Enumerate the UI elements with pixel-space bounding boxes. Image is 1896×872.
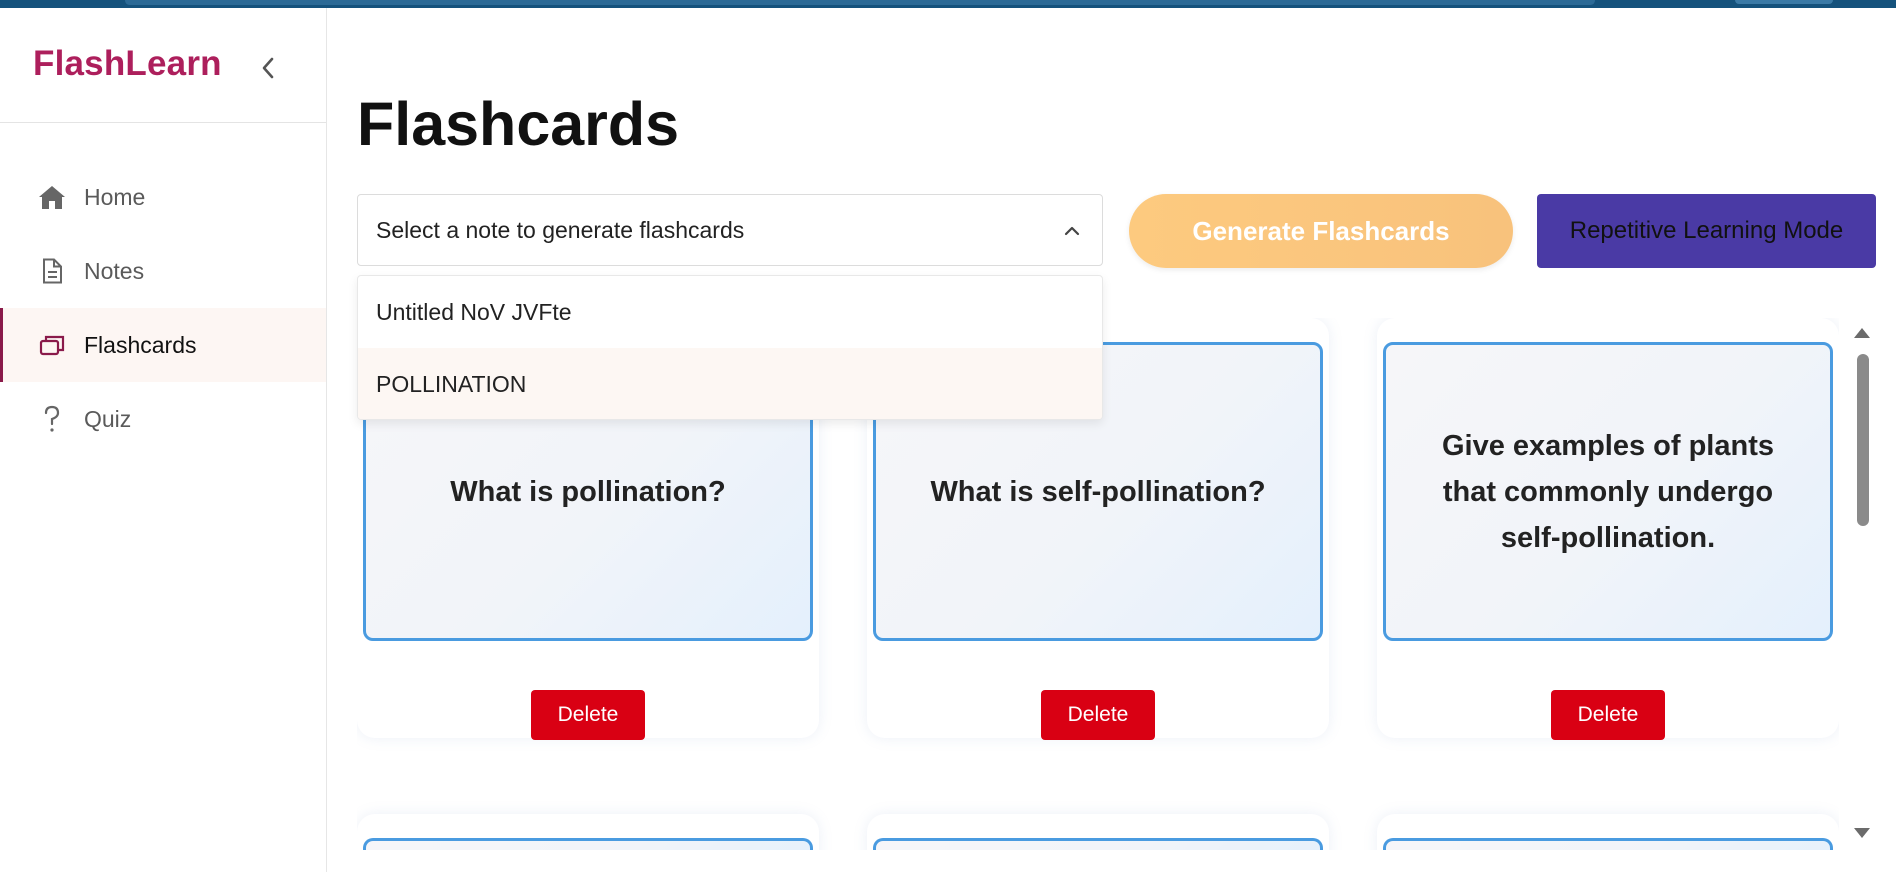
- flashcard-question: Give examples of plants that commonly un…: [1441, 429, 1774, 554]
- flashcard[interactable]: Give examples of plants that commonly un…: [1383, 342, 1833, 641]
- note-option[interactable]: POLLINATION: [358, 348, 1102, 419]
- cards-icon: [38, 331, 66, 359]
- chevron-left-icon: [262, 57, 274, 79]
- note-select[interactable]: Select a note to generate flashcards: [357, 194, 1103, 266]
- document-icon: [38, 257, 66, 285]
- note-option[interactable]: Untitled NoV JVFte: [358, 276, 1102, 348]
- flashcard[interactable]: [1383, 838, 1833, 850]
- flashcard-question: What is self-pollination?: [930, 475, 1266, 508]
- cards-scrollbar[interactable]: [1852, 326, 1872, 846]
- generate-flashcards-button[interactable]: Generate Flashcards: [1129, 194, 1513, 268]
- scroll-up-arrow-icon[interactable]: [1854, 328, 1870, 338]
- note-select-placeholder: Select a note to generate flashcards: [376, 216, 745, 243]
- brand-logo[interactable]: FlashLearn: [33, 44, 222, 84]
- browser-control: [1735, 0, 1833, 4]
- sidebar-item-label: Flashcards: [84, 331, 197, 358]
- home-icon: [38, 183, 66, 211]
- address-bar: [125, 0, 1595, 5]
- sidebar: FlashLearn Home Notes Flashcards Quiz: [0, 8, 327, 872]
- flashcard-container: Give examples of plants that commonly un…: [1377, 318, 1839, 740]
- sidebar-item-flashcards[interactable]: Flashcards: [0, 308, 326, 382]
- sidebar-nav: Home Notes Flashcards Quiz: [0, 160, 326, 456]
- delete-button[interactable]: Delete: [1041, 690, 1155, 740]
- delete-button[interactable]: Delete: [531, 690, 645, 740]
- flashcard[interactable]: [363, 838, 813, 850]
- flashcard-container: [357, 814, 819, 850]
- flashcard-container: [867, 814, 1329, 850]
- scrollbar-thumb[interactable]: [1857, 354, 1869, 526]
- flashcard-container: [1377, 814, 1839, 850]
- sidebar-item-home[interactable]: Home: [0, 160, 326, 234]
- flashcard-question: What is pollination?: [450, 475, 726, 508]
- sidebar-item-label: Home: [84, 183, 146, 210]
- page-title: Flashcards: [357, 90, 680, 158]
- sidebar-item-quiz[interactable]: Quiz: [0, 382, 326, 456]
- collapse-sidebar-button[interactable]: [252, 52, 284, 84]
- flashcard[interactable]: [873, 838, 1323, 850]
- chevron-up-icon: [1064, 226, 1080, 236]
- note-select-dropdown: Untitled NoV JVFte POLLINATION: [357, 275, 1103, 420]
- sidebar-item-label: Notes: [84, 257, 145, 284]
- repetitive-learning-mode-button[interactable]: Repetitive Learning Mode: [1537, 194, 1876, 268]
- sidebar-header: FlashLearn: [0, 8, 326, 123]
- browser-top-bar: [0, 0, 1896, 8]
- question-icon: [38, 405, 66, 433]
- delete-button[interactable]: Delete: [1551, 690, 1665, 740]
- sidebar-item-notes[interactable]: Notes: [0, 234, 326, 308]
- scroll-down-arrow-icon[interactable]: [1854, 828, 1870, 838]
- sidebar-item-label: Quiz: [84, 405, 132, 432]
